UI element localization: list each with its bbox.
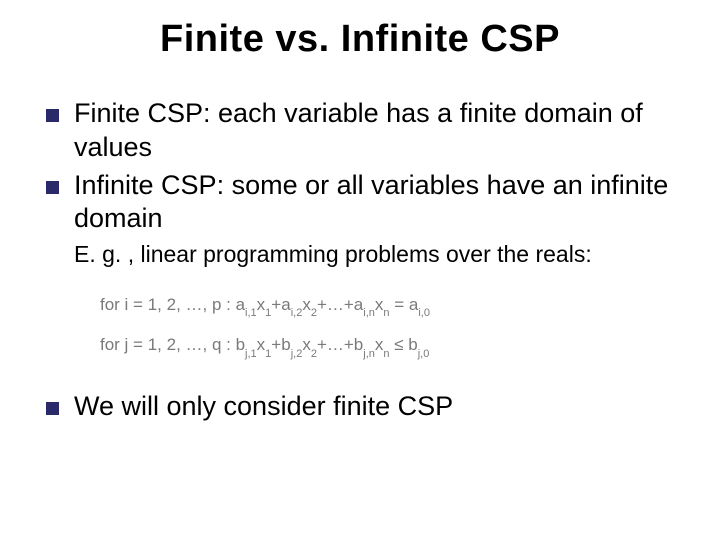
s: 2: [311, 307, 317, 319]
example-text: E. g. , linear programming problems over…: [40, 240, 680, 269]
formula-block: for i = 1, 2, …, p : ai,1x1+ai,2x2+…+ai,…: [40, 279, 680, 390]
s: i,2: [291, 307, 303, 319]
s: i,1: [245, 307, 257, 319]
s: 1: [265, 307, 271, 319]
t: +b: [271, 335, 290, 354]
bullet-conclusion: We will only consider finite CSP: [40, 390, 680, 424]
page-title: Finite vs. Infinite CSP: [40, 18, 680, 61]
bullet-infinite: Infinite CSP: some or all variables have…: [40, 169, 680, 237]
s: j,0: [418, 348, 430, 360]
t: x: [302, 295, 311, 314]
t: for i = 1, 2, …, p : a: [100, 295, 245, 314]
formula-line-2: for j = 1, 2, …, q : bj,1x1+bj,2x2+…+bj,…: [100, 335, 680, 357]
bullet-finite: Finite CSP: each variable has a finite d…: [40, 97, 680, 165]
t: x: [257, 335, 266, 354]
t: +…+a: [317, 295, 363, 314]
s: n: [383, 348, 389, 360]
s: j,2: [291, 348, 303, 360]
s: 2: [311, 348, 317, 360]
bullet-list-2: We will only consider finite CSP: [40, 390, 680, 424]
formula-line-1: for i = 1, 2, …, p : ai,1x1+ai,2x2+…+ai,…: [100, 295, 680, 317]
formula-text: for j = 1, 2, …, q : bj,1x1+bj,2x2+…+bj,…: [100, 335, 429, 357]
t: x: [302, 335, 311, 354]
s: i,n: [363, 307, 375, 319]
t: for j = 1, 2, …, q : b: [100, 335, 245, 354]
t: ≤ b: [390, 335, 418, 354]
s: 1: [265, 348, 271, 360]
s: j,n: [363, 348, 375, 360]
s: j,1: [245, 348, 257, 360]
t: +a: [271, 295, 290, 314]
t: = a: [390, 295, 419, 314]
t: +…+b: [317, 335, 363, 354]
slide: Finite vs. Infinite CSP Finite CSP: each…: [0, 0, 720, 540]
s: i,0: [418, 307, 430, 319]
t: x: [257, 295, 266, 314]
bullet-list: Finite CSP: each variable has a finite d…: [40, 97, 680, 236]
s: n: [383, 307, 389, 319]
formula-text: for i = 1, 2, …, p : ai,1x1+ai,2x2+…+ai,…: [100, 295, 430, 317]
